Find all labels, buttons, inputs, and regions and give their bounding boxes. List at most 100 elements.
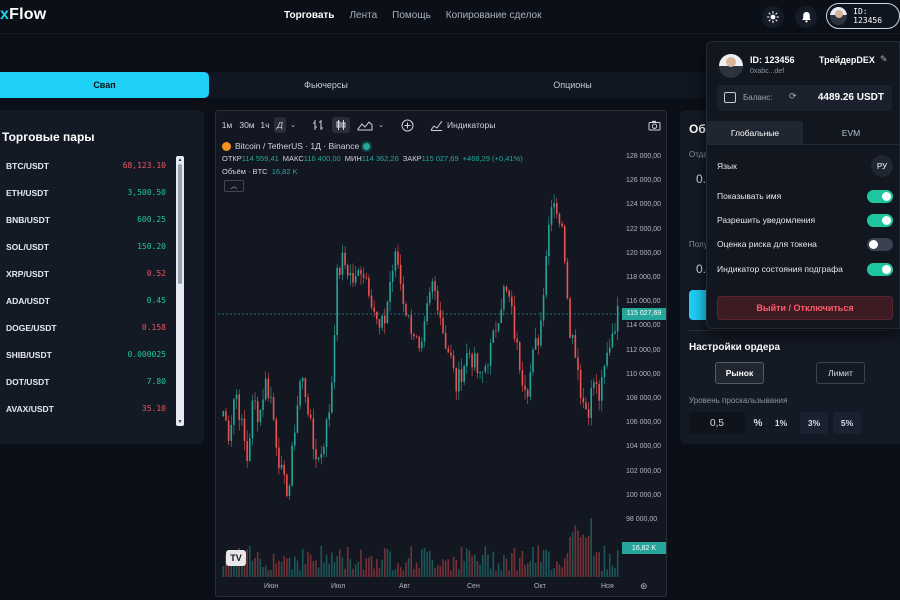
volume-bar — [466, 548, 468, 577]
subgraph-indicator-toggle[interactable] — [867, 262, 893, 276]
timeframe-1m[interactable]: 1м — [220, 117, 234, 133]
candle-body — [492, 330, 495, 343]
nav-copy-trading[interactable]: Копирование сделок — [446, 10, 542, 21]
pair-row[interactable]: BNB/USDT 600.25 — [6, 206, 166, 233]
bar-style-icon[interactable] — [311, 117, 325, 133]
candle-body — [428, 292, 431, 304]
volume-bar — [251, 560, 254, 577]
candle-body — [397, 251, 399, 265]
show-name-toggle[interactable] — [867, 189, 893, 203]
risk-score-toggle[interactable] — [867, 237, 893, 251]
tab-global[interactable]: Глобальные — [707, 121, 803, 144]
tab-evm[interactable]: EVM — [803, 121, 899, 144]
order-type-market-button[interactable]: Рынок — [715, 362, 764, 384]
camera-icon[interactable] — [646, 117, 662, 133]
tab-options[interactable]: Опционы — [443, 72, 702, 98]
tab-swap[interactable]: Свап — [0, 72, 209, 98]
candle-body — [278, 447, 280, 469]
volume-bar — [505, 558, 508, 577]
pairs-scrollbar[interactable]: ▲ ▼ — [176, 156, 184, 426]
pair-row[interactable]: AVAX/USDT 35.10 — [6, 395, 166, 422]
candle-body — [338, 267, 341, 275]
volume-bar — [222, 566, 225, 577]
y-axis-tick-label: 122 000,00 — [626, 225, 662, 233]
candle-body — [296, 405, 299, 433]
notifications-button[interactable] — [795, 6, 817, 28]
timeframe-30m[interactable]: 30м — [238, 117, 256, 133]
pair-row[interactable]: XRP/USDT 0.52 — [6, 260, 166, 287]
setting-label: Индикатор состояния подграфа — [717, 264, 843, 274]
pair-row[interactable]: DOGE/USDT 0.158 — [6, 314, 166, 341]
refresh-icon[interactable]: ⟳ — [789, 91, 797, 102]
candle-body — [280, 464, 283, 469]
candle-body — [362, 274, 365, 278]
tab-futures[interactable]: Фьючерсы — [209, 72, 443, 98]
slippage-3-button[interactable]: 3% — [800, 412, 828, 434]
volume-bar — [293, 556, 296, 577]
style-chevron-down-icon[interactable]: ⌄ — [376, 117, 386, 133]
candle-body — [579, 369, 582, 398]
volume-bar — [513, 548, 516, 577]
volume-bar — [357, 561, 360, 577]
candle-body — [603, 365, 606, 378]
price-chart[interactable]: 1м 30м 1ч Д ⌄ ⌄ Индикаторы Bitcoin / Tet… — [215, 110, 667, 597]
scrollbar-thumb[interactable] — [178, 164, 182, 284]
candle-body — [484, 366, 487, 372]
nav-feed[interactable]: Лента — [349, 10, 377, 21]
logout-button[interactable]: Выйти / Отключиться — [717, 296, 893, 320]
theme-toggle-button[interactable] — [762, 6, 784, 28]
settings-icon[interactable]: ⊛ — [640, 581, 648, 592]
volume-bar — [344, 568, 346, 577]
nav-trade[interactable]: Торговать — [284, 10, 334, 21]
receive-amount-input[interactable]: 0. — [696, 262, 706, 276]
candle-body — [426, 303, 428, 322]
candlestick-style-icon[interactable] — [332, 117, 350, 133]
area-style-icon[interactable] — [356, 117, 374, 133]
pair-row[interactable]: SOL/USDT 150.20 — [6, 233, 166, 260]
pair-row[interactable]: BTC/USDT 68,123.10 — [6, 152, 166, 179]
candle-body — [309, 414, 312, 419]
candle-body — [230, 424, 233, 441]
last-price-tag: 115 027,69 — [622, 307, 666, 320]
pair-row[interactable]: ADA/USDT 0.45 — [6, 287, 166, 314]
pay-amount-input[interactable]: 0. — [696, 172, 706, 186]
scroll-down-arrow[interactable]: ▼ — [177, 419, 183, 425]
candle-body — [272, 397, 275, 420]
slippage-5-button[interactable]: 5% — [833, 412, 861, 434]
collapse-legend-button[interactable]: ︿ — [224, 180, 244, 192]
candle-body — [323, 446, 325, 454]
candle-body — [286, 474, 288, 496]
candle-body — [561, 223, 563, 227]
volume-bar — [428, 550, 431, 577]
candle-body — [256, 401, 259, 422]
nav-help[interactable]: Помощь — [392, 10, 431, 21]
notifications-toggle[interactable] — [867, 213, 893, 227]
add-plus-icon[interactable] — [400, 117, 414, 133]
edit-pencil-icon[interactable]: ✎ — [880, 54, 888, 65]
indicators-button[interactable]: Индикаторы — [430, 117, 500, 133]
pair-row[interactable]: SHIB/USDT 0.000025 — [6, 341, 166, 368]
timeframe-selected[interactable]: Д — [274, 117, 286, 133]
language-label: Язык — [717, 161, 737, 171]
timeframe-1h[interactable]: 1ч — [259, 117, 271, 133]
order-type-limit-button[interactable]: Лимит — [816, 362, 865, 384]
timeframe-chevron-down-icon[interactable]: ⌄ — [288, 117, 298, 133]
tradingview-logo[interactable]: TV — [226, 550, 246, 566]
pair-row[interactable]: DOT/USDT 7.80 — [6, 368, 166, 395]
candle-body — [399, 264, 402, 284]
candle-body — [553, 203, 555, 208]
language-selector[interactable]: РУ — [871, 155, 893, 177]
pair-row[interactable]: ETH/USDT 3,500.50 — [6, 179, 166, 206]
pair-price: 150.20 — [137, 242, 166, 251]
slippage-1-button[interactable]: 1% — [768, 412, 794, 434]
candle-body — [225, 411, 227, 421]
pair-symbol: BNB/USDT — [6, 214, 50, 225]
candle-body — [376, 311, 378, 320]
scroll-up-arrow[interactable]: ▲ — [177, 157, 183, 163]
user-menu-button[interactable]: ID: 123456 — [826, 3, 900, 29]
volume-bar — [259, 558, 262, 577]
app-logo[interactable]: xFlow — [0, 6, 46, 24]
slippage-input[interactable]: 0,5 — [689, 412, 745, 434]
volume-value: 16,82 K — [271, 167, 298, 176]
candle-body — [598, 383, 600, 401]
